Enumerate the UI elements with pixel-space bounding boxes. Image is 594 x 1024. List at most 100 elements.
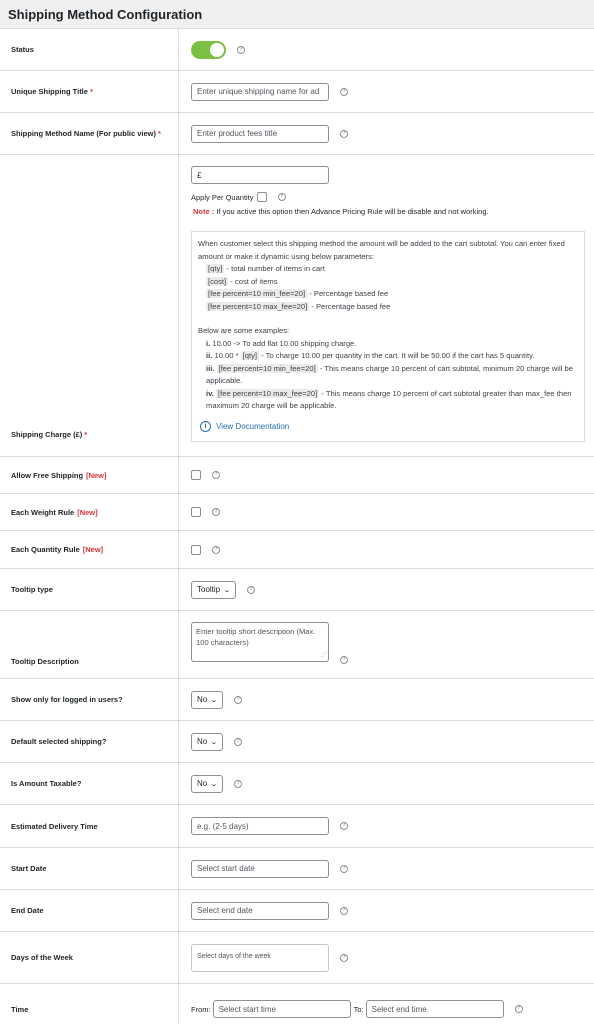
example-item: ii. 10.00 * [qty] - To charge 10.00 per … (206, 351, 535, 360)
status-toggle[interactable] (191, 40, 226, 59)
free-shipping-checkbox[interactable] (191, 470, 201, 480)
shipping-charge-label: Shipping Charge (£) * (0, 155, 179, 456)
row-default-selected: Default selected shipping? No ⌄ ? (0, 721, 594, 763)
example-item: i. 10.00 -> To add flat 10.00 shipping c… (206, 338, 357, 348)
row-quantity-rule: Each Quantity Rule [New] ? (0, 531, 594, 569)
new-badge: [New] (77, 507, 98, 517)
row-start-date: Start Date Select start date ? (0, 848, 594, 890)
row-tooltip-type: Tooltip type Tooltip ⌄ ? (0, 569, 594, 611)
help-icon[interactable]: ? (234, 737, 243, 746)
end-date-input[interactable]: Select end date (191, 901, 329, 920)
new-badge: [New] (82, 545, 104, 554)
required-marker: * (84, 430, 88, 439)
help-icon[interactable]: ? (212, 545, 220, 554)
start-date-label: Start Date (0, 848, 179, 889)
row-tooltip-description: Tooltip Description Enter tooltip short … (0, 611, 594, 679)
end-date-label: End Date (0, 890, 179, 931)
tooltip-description-textarea[interactable]: Enter tooltip short description (Max. 10… (191, 622, 329, 662)
method-name-input[interactable]: Enter product fees title (191, 124, 329, 143)
to-label: To: (353, 1004, 364, 1014)
chevron-down-icon: ⌄ (223, 586, 231, 594)
param-item: [fee percent=10 min_fee=20] - Percentage… (206, 289, 389, 298)
page-title: Shipping Method Configuration (8, 7, 203, 22)
page-header: Shipping Method Configuration (0, 0, 594, 29)
help-icon[interactable]: ? (234, 695, 243, 704)
apply-per-quantity-checkbox[interactable] (256, 192, 267, 202)
apply-per-quantity: Apply Per Quantity ? (191, 192, 594, 202)
row-unique-title: Unique Shipping Title * Enter unique ship… (0, 71, 594, 113)
examples-title: Below are some examples: (198, 326, 290, 335)
param-item: [qty] - total number of items in cart (206, 264, 325, 273)
weight-rule-checkbox[interactable] (191, 507, 201, 517)
row-shipping-charge: Shipping Charge (£) * £ Apply Per Quantit… (0, 155, 594, 457)
method-name-label: Shipping Method Name (For public view) * (0, 113, 179, 154)
row-delivery-time: Estimated Delivery Time e.g. (2-5 days) … (0, 805, 594, 848)
help-icon[interactable]: ? (237, 45, 245, 54)
row-status: Status ? (0, 29, 594, 71)
help-icon[interactable]: ? (247, 585, 255, 594)
logged-in-select[interactable]: No ⌄ (191, 690, 224, 709)
status-label: Status (0, 29, 179, 70)
note: Note : If you active this option then Ad… (191, 207, 594, 216)
end-time-input[interactable]: Select end time (365, 1000, 504, 1018)
required-marker: * (89, 87, 93, 96)
row-method-name: Shipping Method Name (For public view) * … (0, 113, 594, 155)
help-icon[interactable]: ? (340, 656, 348, 664)
start-date-input[interactable]: Select start date (191, 859, 329, 878)
note-text: If you active this option then Advance P… (216, 207, 489, 216)
default-selected-label: Default selected shipping? (0, 721, 179, 762)
shipping-charge-input[interactable]: £ (191, 166, 329, 184)
start-time-input[interactable]: Select start time (212, 1000, 351, 1018)
taxable-label: Is Amount Taxable? (0, 763, 179, 804)
help-icon[interactable]: ? (340, 864, 348, 873)
help-icon[interactable]: ? (514, 1005, 523, 1013)
row-weight-rule: Each Weight Rule [New] ? (0, 494, 594, 531)
unique-title-input[interactable]: Enter unique shipping name for ad (191, 82, 329, 101)
help-icon[interactable]: ? (340, 953, 348, 962)
row-logged-in: Show only for logged in users? No ⌄ ? (0, 679, 594, 721)
param-item: [cost] - cost of items (206, 276, 278, 286)
weight-rule-label: Each Weight Rule [New] (0, 494, 179, 530)
view-documentation-link[interactable]: i View Documentation (198, 421, 578, 434)
chevron-down-icon: ⌄ (210, 696, 218, 704)
help-icon[interactable]: ? (212, 471, 220, 479)
from-label: From: (191, 1004, 211, 1014)
note-label: Note : (193, 207, 215, 216)
row-time: Time From: Select start time To: Select … (0, 984, 594, 1024)
help-icon[interactable]: ? (277, 193, 286, 201)
help-icon[interactable]: ? (234, 779, 243, 788)
apply-per-quantity-label: Apply Per Quantity (191, 192, 254, 202)
days-of-week-select[interactable]: Select days of the week (191, 943, 329, 972)
days-of-week-label: Days of the Week (0, 932, 179, 983)
row-days-of-week: Days of the Week Select days of the week… (0, 932, 594, 984)
tooltip-type-label: Tooltip type (0, 569, 179, 610)
example-item: iv. [fee percent=10 max_fee=20] - This m… (206, 388, 572, 410)
logged-in-label: Show only for logged in users? (0, 679, 179, 720)
time-label: Time (0, 984, 179, 1024)
resize-grip-icon[interactable]: ⋰ (321, 650, 327, 661)
chevron-down-icon: ⌄ (210, 780, 218, 788)
info-intro: When customer select this shipping metho… (198, 239, 565, 261)
quantity-rule-label: Each Quantity Rule [New] (0, 531, 179, 568)
tooltip-type-select[interactable]: Tooltip ⌄ (191, 580, 236, 599)
taxable-select[interactable]: No ⌄ (191, 774, 224, 793)
param-item: [fee percent=10 max_fee=20] - Percentage… (206, 301, 391, 311)
row-free-shipping: Allow Free Shipping [New] ? (0, 457, 594, 494)
help-icon[interactable]: ? (340, 906, 348, 915)
help-icon[interactable]: ? (340, 87, 348, 96)
row-end-date: End Date Select end date ? (0, 890, 594, 932)
row-taxable: Is Amount Taxable? No ⌄ ? (0, 763, 594, 805)
tooltip-description-label: Tooltip Description (0, 611, 179, 678)
quantity-rule-checkbox[interactable] (191, 544, 201, 555)
delivery-time-input[interactable]: e.g. (2-5 days) (191, 817, 329, 835)
default-selected-select[interactable]: No ⌄ (191, 732, 224, 751)
toggle-knob (210, 42, 224, 57)
delivery-time-label: Estimated Delivery Time (0, 805, 179, 847)
unique-title-label: Unique Shipping Title * (0, 71, 179, 112)
help-icon[interactable]: ? (340, 129, 348, 138)
example-item: iii. [fee percent=10 min_fee=20] - This … (206, 363, 573, 385)
help-icon[interactable]: ? (212, 508, 220, 516)
new-badge: [New] (86, 470, 107, 480)
free-shipping-label: Allow Free Shipping [New] (0, 457, 179, 493)
help-icon[interactable]: ? (340, 822, 348, 830)
